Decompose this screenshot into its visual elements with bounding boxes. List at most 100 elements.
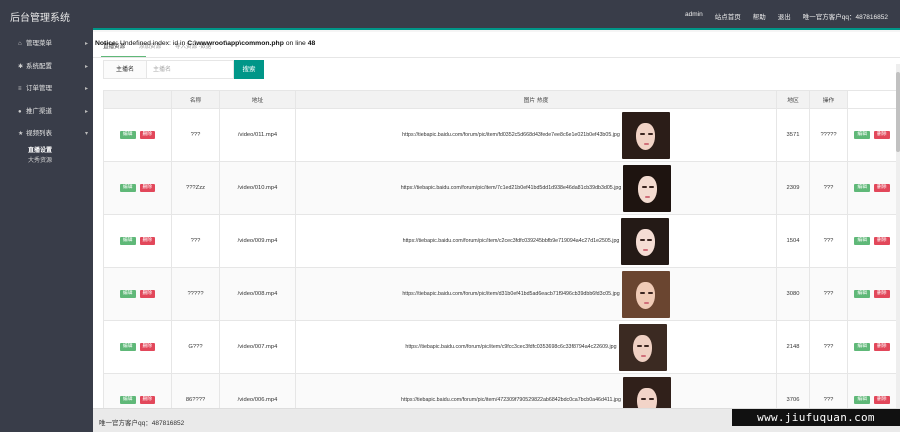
cell-region: ???: [809, 267, 848, 321]
delete-button[interactable]: 删除: [874, 343, 890, 351]
row-actions-left: 编辑 删除: [103, 320, 172, 374]
nav-logout-link[interactable]: 退出: [778, 11, 791, 21]
cell-region: ???: [809, 320, 848, 374]
edit-button[interactable]: 编辑: [854, 396, 870, 404]
row-actions-left: 编辑 删除: [103, 108, 172, 162]
edit-button[interactable]: 编辑: [119, 184, 136, 192]
col-header-name: 名称: [171, 90, 220, 109]
col-header-blank: [847, 90, 896, 109]
cell-image-url: https://tiebapic.baidu.com/forum/pic/ite…: [400, 185, 622, 191]
delete-button[interactable]: 删除: [139, 237, 156, 245]
cell-image-url: https://tiebapic.baidu.com/forum/pic/ite…: [402, 291, 620, 297]
edit-button[interactable]: 编辑: [119, 131, 136, 139]
cell-image-url: https://tiebapic.baidu.com/forum/pic/ite…: [401, 397, 621, 403]
error-prefix: Notice:: [95, 40, 120, 47]
data-table: 名称 地址 图片 热度 地区 操作 编辑 删除???/video/011.mp4 h…: [103, 90, 896, 408]
cell-region: ???: [809, 214, 848, 268]
edit-button[interactable]: 编辑: [854, 237, 870, 245]
delete-button[interactable]: 删除: [139, 396, 156, 404]
sidebar-item-system[interactable]: ✱ 系统配置 ▸: [0, 56, 93, 79]
settings-icon: ✱: [18, 63, 24, 70]
star-icon: ★: [18, 131, 24, 137]
cell-image-url: https://tiebapic.baidu.com/forum/pic/ite…: [402, 132, 620, 138]
sidebar-item-orders[interactable]: ≡ 订单管理 ▸: [0, 78, 93, 101]
row-actions-right: 编辑 删除: [847, 320, 896, 374]
edit-button[interactable]: 编辑: [854, 343, 870, 351]
cell-image-url: https://tiebapic.baidu.com/forum/pic/ite…: [402, 238, 620, 244]
avatar-thumbnail: [622, 376, 671, 408]
cell-image: https://tiebapic.baidu.com/forum/pic/ite…: [295, 108, 777, 162]
main-content: 直播资源 添加资源 导入资源 ·数据 Notice: Undefined ind…: [93, 32, 900, 432]
cell-heat: 2148: [776, 320, 810, 374]
row-actions-left: 编辑 删除: [103, 373, 172, 408]
edit-button[interactable]: 编辑: [119, 343, 136, 351]
top-nav: admin 站点首页 帮助 退出 唯一官方客户qq：487816852: [673, 11, 888, 21]
cell-heat: 2309: [776, 161, 810, 215]
sidebar-item-channels[interactable]: ● 推广渠道 ▸: [0, 101, 93, 124]
chevron-right-icon: ▸: [84, 108, 88, 115]
cell-image-url: https://tiebapic.baidu.com/forum/pic/ite…: [405, 344, 617, 350]
row-actions-left: 编辑 删除: [103, 161, 172, 215]
home-icon: ⌂: [18, 41, 22, 47]
search-button[interactable]: 搜索: [234, 60, 264, 79]
row-actions-right: 编辑 删除: [847, 214, 896, 268]
nav-help-link[interactable]: 帮助: [753, 11, 766, 21]
col-header-actions-left: [103, 90, 172, 109]
delete-button[interactable]: 删除: [139, 184, 156, 192]
edit-button[interactable]: 编辑: [119, 237, 136, 245]
cell-name: ???Zzz: [171, 161, 220, 215]
nav-user[interactable]: admin: [685, 11, 703, 21]
avatar-thumbnail: [623, 164, 672, 212]
cell-name: ???: [171, 108, 220, 162]
delete-button[interactable]: 删除: [139, 131, 156, 139]
sidebar-subitem-shows[interactable]: 大秀资源: [0, 156, 93, 166]
col-header-heat-label: 热度: [536, 98, 549, 104]
error-file: C:\wwwroot\app\common.php: [187, 40, 284, 47]
row-actions-left: 编辑 删除: [103, 214, 172, 268]
avatar-thumbnail: [621, 217, 670, 265]
cell-address: /video/009.mp4: [219, 214, 296, 268]
footer-contact: 唯一官方客户qq：487816852: [99, 420, 185, 427]
row-actions-right: 编辑 删除: [847, 267, 896, 321]
delete-button[interactable]: 删除: [874, 290, 890, 298]
cell-heat: 3706: [776, 373, 810, 408]
header-accent-line: [93, 28, 900, 30]
delete-button[interactable]: 删除: [874, 184, 890, 192]
sidebar-item-label: 视频列表: [26, 130, 52, 137]
sidebar-item-menu[interactable]: ⌂ 管理菜单 ▸: [0, 33, 93, 56]
cell-address: /video/008.mp4: [219, 267, 296, 321]
error-line-label: on line: [285, 40, 306, 47]
delete-button[interactable]: 删除: [139, 343, 156, 351]
sidebar-item-label: 订单管理: [26, 85, 52, 92]
delete-button[interactable]: 删除: [139, 290, 156, 298]
divider: [93, 57, 900, 58]
table-row: 编辑 删除?????/video/008.mp4 https://tiebapic.…: [103, 267, 896, 321]
delete-button[interactable]: 删除: [874, 131, 890, 139]
nav-home-link[interactable]: 站点首页: [715, 11, 741, 21]
sidebar-subitem-live[interactable]: 直播设置: [0, 146, 93, 156]
cell-region: ?????: [809, 108, 848, 162]
edit-button[interactable]: 编辑: [854, 290, 870, 298]
search-form: 主播名 搜索: [103, 60, 264, 79]
edit-button[interactable]: 编辑: [854, 184, 870, 192]
col-header-image: 图片: [523, 98, 536, 104]
scrollbar-thumb[interactable]: [896, 72, 900, 152]
scrollbar[interactable]: [896, 64, 900, 432]
delete-button[interactable]: 删除: [874, 237, 890, 245]
top-header: 后台管理系统 admin 站点首页 帮助 退出 唯一官方客户qq：4878168…: [0, 0, 900, 30]
edit-button[interactable]: 编辑: [854, 131, 870, 139]
col-header-operation: 操作: [809, 90, 848, 109]
cell-image: https://tiebapic.baidu.com/forum/pic/ite…: [295, 320, 777, 374]
edit-button[interactable]: 编辑: [119, 290, 136, 298]
chevron-right-icon: ▸: [84, 63, 88, 70]
delete-button[interactable]: 删除: [874, 396, 890, 404]
col-header-address: 地址: [219, 90, 296, 109]
cell-address: /video/007.mp4: [219, 320, 296, 374]
chevron-down-icon: ▾: [84, 131, 88, 137]
col-header-region: 地区: [776, 90, 810, 109]
search-input[interactable]: [147, 60, 234, 79]
nav-qq-contact: 唯一官方客户qq：487816852: [802, 14, 888, 21]
cell-name: G???: [171, 320, 220, 374]
sidebar-item-videos[interactable]: ★ 视频列表 ▾: [0, 123, 93, 146]
edit-button[interactable]: 编辑: [119, 396, 136, 404]
